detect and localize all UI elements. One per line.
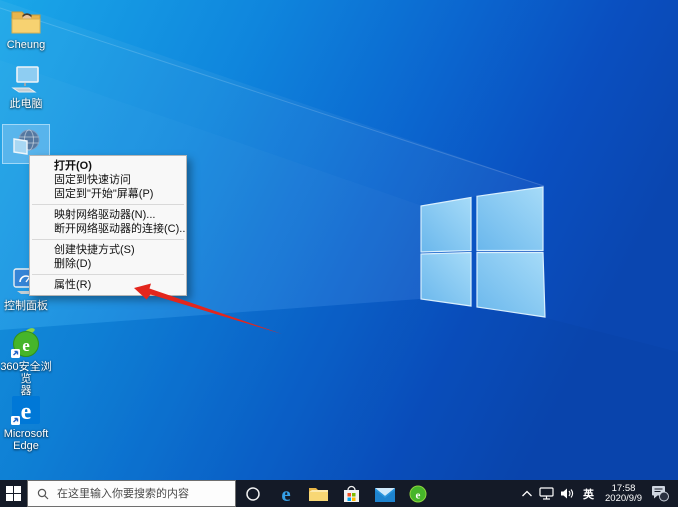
menu-item-create-shortcut[interactable]: 创建快捷方式(S) <box>30 243 186 257</box>
taskbar-search[interactable] <box>27 480 236 507</box>
system-tray: 英 17:58 2020/9/9 <box>518 480 678 507</box>
windows-logo-wallpaper <box>421 187 545 317</box>
menu-item-map-network-drive[interactable]: 映射网络驱动器(N)... <box>30 208 186 222</box>
tray-show-hidden-icons[interactable] <box>518 480 536 507</box>
tray-action-center[interactable] <box>648 480 678 507</box>
desktop-icon-360-browser[interactable]: e 360安全浏览 器 <box>0 327 52 397</box>
notification-badge <box>660 492 669 501</box>
desktop-icon-user-folder[interactable]: Cheung <box>0 5 52 51</box>
taskbar-app-microsoft-store[interactable] <box>335 480 368 507</box>
desktop-icon-label: Microsoft Edge <box>0 428 52 452</box>
taskbar-spacer <box>434 480 518 507</box>
svg-text:e: e <box>281 483 290 505</box>
menu-item-pin-start[interactable]: 固定到"开始"屏幕(P) <box>30 187 186 201</box>
network-tray-icon <box>539 487 554 500</box>
svg-text:e: e <box>415 489 420 501</box>
360-browser-icon: e <box>10 327 42 359</box>
taskbar-app-cortana[interactable] <box>236 480 269 507</box>
cortana-icon <box>245 486 261 502</box>
menu-item-open[interactable]: 打开(O) <box>30 159 186 173</box>
windows-logo-icon <box>6 486 21 501</box>
360-browser-icon: e <box>409 485 427 503</box>
mail-icon <box>375 486 395 502</box>
search-icon <box>37 488 49 500</box>
taskbar: e <box>0 480 678 507</box>
menu-item-pin-quick-access[interactable]: 固定到快速访问 <box>30 173 186 187</box>
tray-volume[interactable] <box>557 480 578 507</box>
start-button[interactable] <box>0 480 27 507</box>
tray-network[interactable] <box>536 480 557 507</box>
menu-item-disconnect-network-drive[interactable]: 断开网络驱动器的连接(C)... <box>30 222 186 236</box>
desktop-icon-label: 此电脑 <box>0 98 52 110</box>
user-folder-icon <box>10 5 42 37</box>
taskbar-app-360-browser[interactable]: e <box>401 480 434 507</box>
microsoft-edge-icon: e <box>10 394 42 426</box>
tray-time: 17:58 <box>612 484 636 494</box>
menu-separator <box>32 204 184 205</box>
taskbar-app-edge[interactable]: e <box>269 480 302 507</box>
edge-icon: e <box>275 483 297 505</box>
file-explorer-icon <box>309 486 328 502</box>
this-pc-icon <box>10 64 42 96</box>
desktop-icon-this-pc[interactable]: 此电脑 <box>0 64 52 110</box>
menu-item-properties[interactable]: 属性(R) <box>30 278 186 292</box>
taskbar-app-mail[interactable] <box>368 480 401 507</box>
search-input[interactable] <box>55 487 235 501</box>
taskbar-app-file-explorer[interactable] <box>302 480 335 507</box>
windows-desktop: Cheung 此电脑 <box>0 0 678 507</box>
menu-item-delete[interactable]: 删除(D) <box>30 257 186 271</box>
tray-date: 2020/9/9 <box>605 494 642 504</box>
menu-separator <box>32 274 184 275</box>
desktop-icon-label: Cheung <box>0 39 52 51</box>
volume-icon <box>560 487 575 500</box>
tray-ime-indicator[interactable]: 英 <box>578 480 599 507</box>
svg-text:e: e <box>21 399 32 425</box>
context-menu: 打开(O) 固定到快速访问 固定到"开始"屏幕(P) 映射网络驱动器(N)...… <box>29 155 187 296</box>
desktop-icon-microsoft-edge[interactable]: e Microsoft Edge <box>0 394 52 452</box>
chevron-up-icon <box>521 489 533 499</box>
tray-clock[interactable]: 17:58 2020/9/9 <box>599 480 648 507</box>
action-center-icon <box>651 485 670 502</box>
menu-separator <box>32 239 184 240</box>
desktop-icon-label: 360安全浏览 器 <box>0 361 52 397</box>
microsoft-store-icon <box>343 485 360 503</box>
desktop-icon-label: 控制面板 <box>0 300 52 312</box>
svg-text:e: e <box>22 336 30 355</box>
